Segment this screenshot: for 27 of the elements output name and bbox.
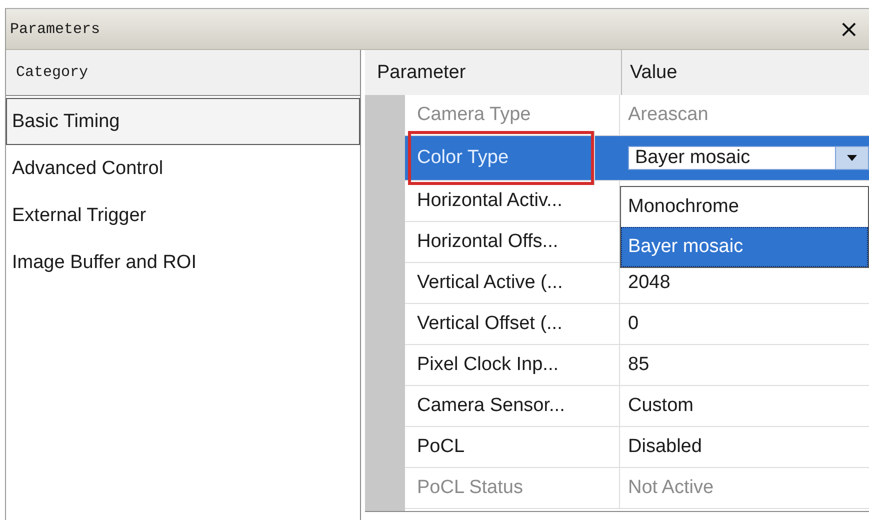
parameter-value: 2048 [627, 271, 672, 295]
category-item[interactable]: Basic Timing [6, 98, 360, 145]
category-item[interactable]: External Trigger [6, 192, 360, 239]
parameter-name: Pixel Clock Inp... [405, 345, 620, 385]
parameter-name: Color Type [408, 131, 595, 185]
parameter-name: Camera Sensor... [405, 386, 620, 426]
dropdown-option[interactable]: Bayer mosaic [621, 227, 868, 267]
window-title: Parameters [10, 20, 100, 38]
column-header: Parameter [376, 60, 467, 84]
parameter-value: 0 [627, 312, 640, 336]
parameter-name: PoCL Status [405, 468, 620, 508]
parameter-value: Areascan [627, 103, 710, 127]
column-header: Category [16, 64, 88, 81]
caret-icon [847, 155, 857, 161]
dropdown-button[interactable] [835, 147, 868, 169]
parameter-value: 85 [627, 353, 650, 377]
parameter-name: Vertical Offset (... [405, 304, 620, 344]
parameter-value: Not Active [627, 476, 715, 500]
dropdown-field[interactable]: Bayer mosaic [628, 146, 869, 170]
close-button[interactable]: × [834, 15, 863, 43]
parameter-value: Disabled [627, 435, 703, 459]
parameter-name: Camera Type [405, 95, 620, 135]
dropdown-option[interactable]: Monochrome [621, 187, 868, 227]
category-item[interactable]: Advanced Control [6, 145, 360, 192]
parameter-value: Custom [627, 394, 694, 418]
category-item[interactable]: Image Buffer and ROI [6, 239, 360, 286]
parameter-name: PoCL [405, 427, 620, 467]
